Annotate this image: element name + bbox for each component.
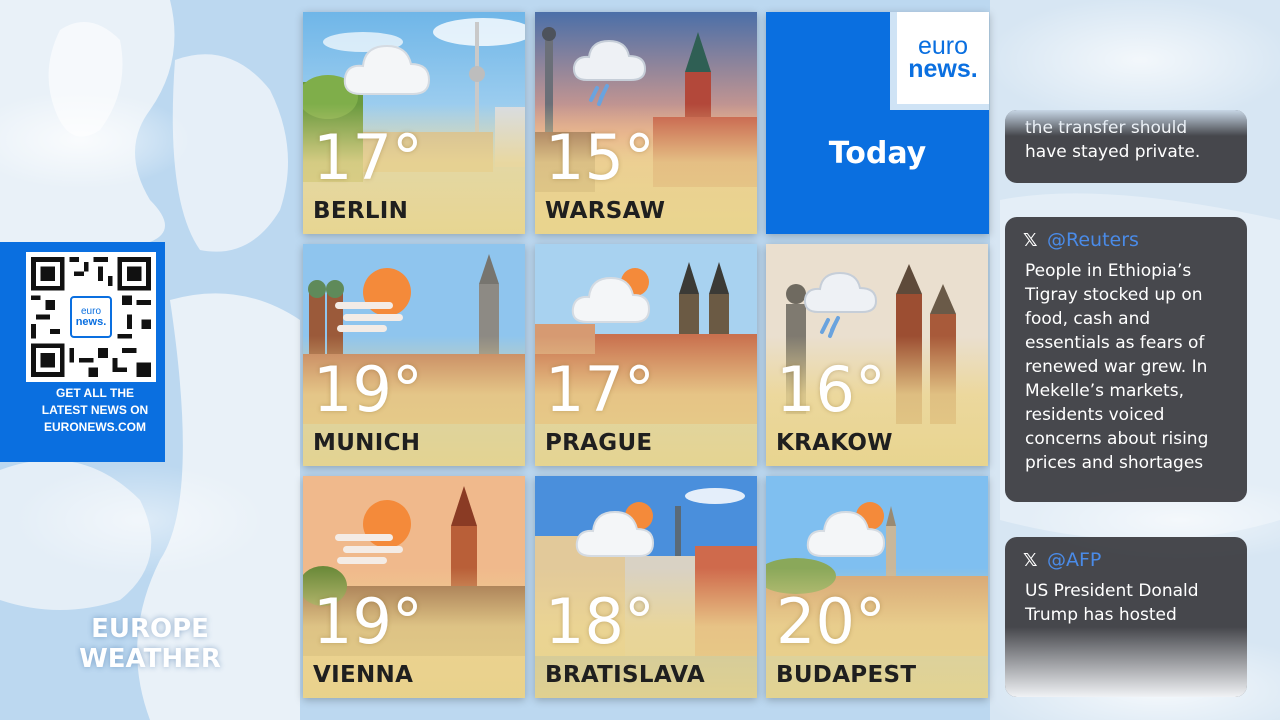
weather-tile-budapest[interactable]: 20° BUDAPEST <box>766 476 988 698</box>
tweet-handle[interactable]: @AFP <box>1047 549 1101 571</box>
tweet-handle-row: 𝕏 @Reuters <box>1005 217 1247 251</box>
tweet-fade <box>1005 627 1247 697</box>
partly-cloudy-icon <box>571 268 651 323</box>
qr-caption-line: GET ALL THE <box>56 386 134 400</box>
tweet-line: People in Ethiopia’s <box>1025 261 1192 281</box>
tweet-line: residents voiced <box>1025 405 1165 425</box>
weather-tile-munich[interactable]: 19° MUNICH <box>303 244 525 466</box>
tweet-card-reuters[interactable]: 𝕏 @Reuters People in Ethiopia’s Tigray s… <box>1005 217 1247 502</box>
city-name: BERLIN <box>313 198 409 224</box>
weather-tile-berlin[interactable]: 17° BERLIN <box>303 12 525 234</box>
tweet-body: People in Ethiopia’s Tigray stocked up o… <box>1005 251 1247 475</box>
qr-caption-line: LATEST NEWS ON <box>41 403 149 417</box>
weather-tile-prague[interactable]: 17° PRAGUE <box>535 244 757 466</box>
tweet-line: food, cash and <box>1025 309 1151 329</box>
temperature: 15° <box>545 121 655 194</box>
temperature: 16° <box>776 353 886 426</box>
weather-tile-krakow[interactable]: 16° KRAKOW <box>766 244 988 466</box>
tweet-card-afp[interactable]: 𝕏 @AFP US President Donald Trump has hos… <box>1005 537 1247 697</box>
qr-caption-line: EURONEWS.COM <box>44 420 146 434</box>
tweet-line: concerns about rising <box>1025 429 1209 449</box>
weather-tile-warsaw[interactable]: 15° WARSAW <box>535 12 757 234</box>
tweet-line: prices and shortages <box>1025 453 1204 473</box>
partly-cloudy-icon <box>806 502 886 557</box>
temperature: 19° <box>313 585 423 658</box>
logo-euro: euro <box>917 32 969 60</box>
rain-cloud-icon <box>803 271 878 338</box>
logo-news: news. <box>908 55 978 83</box>
temperature: 17° <box>545 353 655 426</box>
tweet-fade <box>1005 110 1247 136</box>
city-name: WARSAW <box>545 198 666 224</box>
euronews-logo[interactable]: euro news. <box>897 12 989 104</box>
qr-euronews-logo: euro news. <box>70 296 112 338</box>
tweet-line: Tigray stocked up on <box>1025 285 1203 305</box>
tweet-line: essentials as fears of <box>1025 333 1205 353</box>
title-line-2: WEATHER <box>79 644 221 674</box>
tweet-body: US President Donald Trump has hosted <box>1005 571 1247 627</box>
tweet-line: have stayed private. <box>1025 142 1201 162</box>
tweet-line: Mekelle’s markets, <box>1025 381 1184 401</box>
tweet-line: US President Donald <box>1025 581 1199 601</box>
temperature: 17° <box>313 121 423 194</box>
title-line-1: EUROPE <box>91 614 209 644</box>
temperature: 19° <box>313 353 423 426</box>
europe-weather-title: EUROPE WEATHER <box>55 614 245 674</box>
partly-cloudy-icon <box>575 502 655 557</box>
sun-haze-icon <box>335 268 411 332</box>
tweet-card-partial-top[interactable]: the transfer should have stayed private. <box>1005 110 1247 183</box>
temperature: 18° <box>545 585 655 658</box>
cloud-icon <box>343 44 431 95</box>
x-logo-icon: 𝕏 <box>1023 229 1038 251</box>
qr-logo-news: news. <box>75 316 107 328</box>
qr-code[interactable]: euro news. <box>26 252 156 382</box>
today-label: Today <box>828 136 927 171</box>
rain-cloud-icon <box>572 39 647 106</box>
city-name: PRAGUE <box>545 430 653 456</box>
sun-haze-icon <box>335 500 411 564</box>
today-tile: euro news. Today <box>766 12 989 234</box>
tweet-line: Trump has hosted <box>1025 605 1177 625</box>
x-logo-icon: 𝕏 <box>1023 549 1038 571</box>
city-name: BRATISLAVA <box>545 662 706 688</box>
tweet-handle[interactable]: @Reuters <box>1047 229 1139 251</box>
qr-promo-panel[interactable]: euro news. GET ALL THE LATEST NEWS ON EU… <box>0 242 165 462</box>
tweet-line: renewed war grew. In <box>1025 357 1208 377</box>
temperature: 20° <box>776 585 886 658</box>
city-name: BUDAPEST <box>776 662 917 688</box>
qr-caption: GET ALL THE LATEST NEWS ON EURONEWS.COM <box>30 385 160 436</box>
weather-tile-vienna[interactable]: 19° VIENNA <box>303 476 525 698</box>
weather-tile-bratislava[interactable]: 18° BRATISLAVA <box>535 476 757 698</box>
city-name: VIENNA <box>313 662 414 688</box>
city-name: KRAKOW <box>776 430 893 456</box>
city-name: MUNICH <box>313 430 421 456</box>
tweet-handle-row: 𝕏 @AFP <box>1005 537 1247 571</box>
